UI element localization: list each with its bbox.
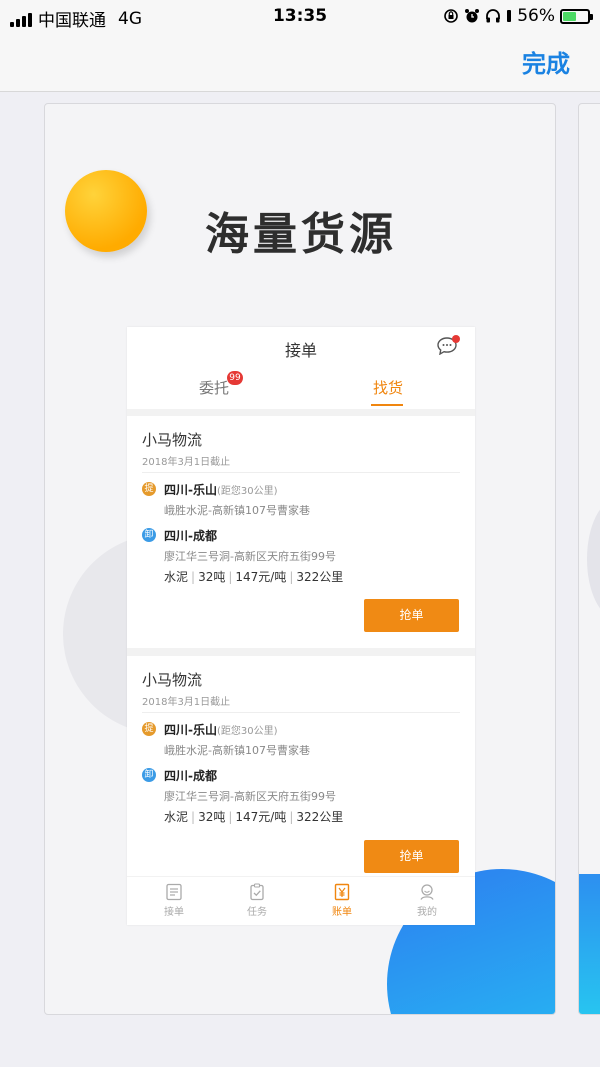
bottom-tab-label: 我的	[417, 907, 437, 918]
divider	[142, 472, 460, 473]
bottom-tab-tasks[interactable]: 任务	[227, 883, 287, 918]
pickup-address: 峨胜水泥-高新镇107号曹家巷	[164, 504, 310, 517]
pickup-route: 四川-乐山(距您30公里)	[164, 481, 278, 498]
app-preview: 接单 委托 99 找货 小马物流 2018年3月1日截止 提 四川-乐山(距您3…	[127, 327, 475, 925]
unload-tag-icon: 卸	[142, 768, 156, 782]
guide-card[interactable]: 海量货源 接单 委托 99 找货 小马物流 2018年3月1日截止 提 四川-乐…	[44, 103, 556, 1015]
message-notification-dot	[452, 335, 460, 343]
pickup-distance: (距您30公里)	[216, 726, 278, 737]
decorative-grey-circle	[587, 499, 600, 619]
cargo-type: 水泥	[164, 570, 189, 584]
decorative-blue-shape	[579, 874, 600, 1014]
done-button[interactable]: 完成	[522, 44, 570, 79]
bottom-tab-label: 账单	[332, 907, 352, 918]
vibrate-icon	[507, 10, 512, 22]
bottom-tab-profile[interactable]: 我的	[397, 883, 457, 918]
cargo-price: 147元/吨	[235, 570, 287, 584]
order-company: 小马物流	[142, 431, 203, 449]
cargo-weight: 32吨	[198, 570, 226, 584]
pickup-route-name: 四川-乐山	[164, 723, 217, 737]
cargo-distance: 322公里	[296, 570, 344, 584]
bottom-tab-label: 接单	[164, 907, 184, 918]
unload-route: 四川-成都	[164, 529, 217, 543]
headphones-icon	[486, 9, 501, 23]
order-spec: 水泥 | 32吨 | 147元/吨 | 322公里	[164, 810, 344, 824]
grab-order-button[interactable]: 抢单	[364, 599, 459, 632]
unload-route: 四川-成都	[164, 769, 217, 783]
active-tab-indicator	[371, 404, 403, 406]
alarm-icon	[465, 9, 480, 23]
bottom-tab-orders[interactable]: 接单	[144, 883, 204, 918]
cargo-price: 147元/吨	[235, 810, 287, 824]
order-deadline: 2018年3月1日截止	[142, 457, 231, 468]
nav-bar: 完成	[0, 34, 600, 92]
cargo-weight: 32吨	[198, 810, 226, 824]
preview-header: 接单	[127, 327, 475, 367]
bottom-tab-bar: 接单 任务 账单 我的	[127, 877, 475, 925]
guide-headline: 海量货源	[205, 209, 397, 260]
preview-title: 接单	[284, 341, 317, 360]
user-icon	[420, 884, 434, 900]
pickup-tag-icon: 提	[142, 482, 156, 496]
order-card[interactable]: 小马物流 2018年3月1日截止 提 四川-乐山(距您30公里) 峨胜水泥-高新…	[127, 656, 475, 876]
order-company: 小马物流	[142, 671, 203, 689]
status-bar-right: 56%	[443, 6, 593, 26]
cargo-distance: 322公里	[296, 810, 344, 824]
orientation-lock-icon	[444, 9, 459, 23]
pickup-address: 峨胜水泥-高新镇107号曹家巷	[164, 744, 310, 757]
unload-tag-icon: 卸	[142, 528, 156, 542]
order-deadline: 2018年3月1日截止	[142, 697, 231, 708]
tab-entrust[interactable]: 委托	[199, 377, 229, 398]
order-card[interactable]: 小马物流 2018年3月1日截止 提 四川-乐山(距您30公里) 峨胜水泥-高新…	[127, 416, 475, 648]
status-bar: 中国联通 4G 13:35 56%	[0, 0, 600, 34]
divider	[142, 712, 460, 713]
battery-icon	[560, 8, 593, 24]
unload-address: 廖江华三号洞-高新区天府五街99号	[164, 790, 336, 803]
preview-tabs: 委托 99 找货	[127, 367, 475, 409]
tab-entrust-badge: 99	[227, 371, 243, 385]
unload-address: 廖江华三号洞-高新区天府五街99号	[164, 550, 336, 563]
cargo-type: 水泥	[164, 810, 189, 824]
grab-order-button[interactable]: 抢单	[364, 840, 459, 873]
bottom-tab-label: 任务	[247, 907, 267, 918]
order-list-icon	[166, 883, 182, 901]
clipboard-check-icon	[250, 883, 264, 901]
order-spec: 水泥 | 32吨 | 147元/吨 | 322公里	[164, 570, 344, 584]
pickup-tag-icon: 提	[142, 722, 156, 736]
tab-find-cargo[interactable]: 找货	[373, 377, 403, 398]
pickup-distance: (距您30公里)	[216, 486, 278, 497]
bottom-tab-bills[interactable]: 账单	[312, 883, 372, 918]
pickup-route: 四川-乐山(距您30公里)	[164, 721, 278, 738]
battery-percent: 56%	[517, 6, 555, 26]
next-guide-card[interactable]	[578, 103, 600, 1015]
bill-yen-icon	[334, 883, 350, 901]
pickup-route-name: 四川-乐山	[164, 483, 217, 497]
